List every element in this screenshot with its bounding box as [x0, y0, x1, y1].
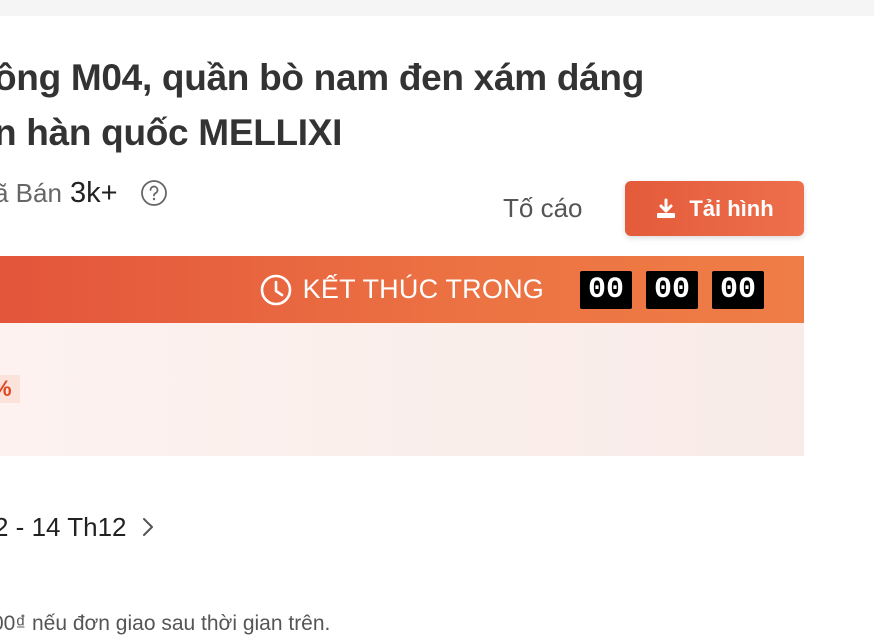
report-link[interactable]: Tố cáo	[503, 193, 583, 224]
product-title: ông M04, quần bò nam đen xám dáng n hàn …	[0, 50, 714, 160]
shipping-guarantee-note: 00₫ nếu đơn giao sau thời gian trên.	[0, 612, 331, 635]
chevron-right-icon	[142, 518, 153, 536]
delivery-date-range: 2 - 14 Th12	[0, 511, 127, 542]
download-button-label: Tải hình	[689, 195, 774, 221]
sold-stats: ã Bán 3k+	[0, 175, 168, 211]
price-section: %	[0, 323, 804, 456]
download-image-button[interactable]: Tải hình	[625, 181, 804, 236]
download-icon	[657, 198, 676, 218]
countdown-minutes: 00	[646, 270, 698, 309]
countdown-label: KẾT THÚC TRONG	[302, 274, 544, 304]
sold-count: 3k+	[69, 176, 118, 209]
countdown-hours: 00	[580, 270, 632, 309]
shipping-estimate[interactable]: 2 - 14 Th12	[0, 510, 155, 544]
product-title-line-2: n hàn quốc MELLIXI	[0, 112, 343, 153]
product-title-line-1: ông M04, quần bò nam đen xám dáng	[0, 57, 644, 98]
sold-label: ã Bán	[0, 177, 62, 208]
countdown-seconds: 00	[712, 270, 764, 309]
help-circle-icon[interactable]	[140, 179, 168, 207]
flash-sale-bar: KẾT THÚC TRONG 00 00 00	[0, 256, 804, 323]
discount-badge: %	[0, 375, 20, 403]
clock-icon	[260, 274, 291, 305]
